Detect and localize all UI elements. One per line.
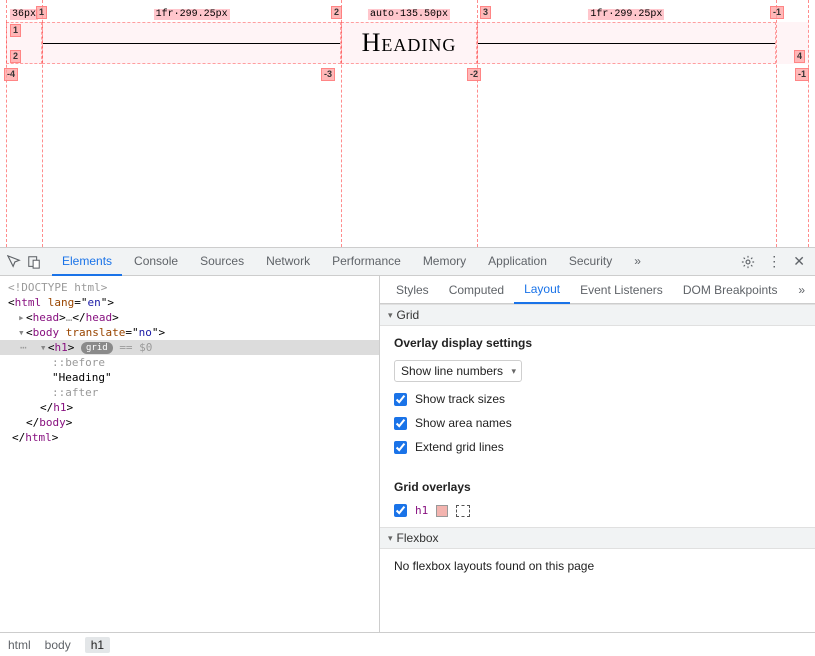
devtools-panel: Elements Console Sources Network Perform… [0,248,815,656]
track-label: 1fr·299.25px [154,9,230,20]
crumb-html[interactable]: html [8,638,31,652]
grid-badge[interactable]: grid [81,342,113,354]
side-tab-event-listeners[interactable]: Event Listeners [570,277,673,303]
grid-section-header[interactable]: ▾Grid [380,304,815,326]
extend-grid-lines-checkbox[interactable] [394,441,407,454]
grid-line-num: -1 [770,6,784,19]
pseudo-after: ::after [52,386,98,399]
line-numbers-select[interactable]: Show line numbers [394,360,522,382]
grid-line-num: -3 [321,68,335,81]
device-toggle-icon[interactable] [24,252,44,272]
color-swatch[interactable] [436,505,448,517]
side-tab-more[interactable]: » [794,283,809,297]
track-label: 36px [10,9,38,20]
overlay-settings-heading: Overlay display settings [394,336,801,350]
heading-rule-left [43,43,340,44]
grid-overlays-heading: Grid overlays [394,480,801,494]
tab-performance[interactable]: Performance [322,248,411,276]
grid-overlay-h1-checkbox[interactable] [394,504,407,517]
grid-overlay-label: h1 [415,504,428,517]
grid-line-num: 3 [480,6,491,19]
tab-memory[interactable]: Memory [413,248,476,276]
checkbox-label: Show area names [415,416,512,430]
checkbox-label: Extend grid lines [415,440,504,454]
tab-console[interactable]: Console [124,248,188,276]
close-icon[interactable]: ✕ [791,253,807,270]
grid-overlay: 36px 1fr·299.25px auto·135.50px Heading … [6,22,809,64]
track-label: 1fr·299.25px [588,9,664,20]
devtools-tabs: Elements Console Sources Network Perform… [52,248,739,276]
html-close: </html> [0,430,379,445]
grid-line-num: 4 [794,50,805,63]
grid-line-num: 1 [10,24,21,37]
grid-line-num: 2 [10,50,21,63]
side-panel: Styles Computed Layout Event Listeners D… [380,276,815,632]
h1-close: </h1> [0,400,379,415]
tab-more[interactable]: » [624,248,651,276]
tab-application[interactable]: Application [478,248,557,276]
breadcrumb: html body h1 [0,632,815,656]
side-tab-layout[interactable]: Layout [514,276,570,304]
elements-tree[interactable]: <!DOCTYPE html> <html lang="en"> ▸<head>… [0,276,380,632]
devtools-toolbar: Elements Console Sources Network Perform… [0,248,815,276]
checkbox-label: Show track sizes [415,392,505,406]
tab-security[interactable]: Security [559,248,622,276]
heading-text: Heading [362,28,457,58]
grid-line-num: -4 [4,68,18,81]
flexbox-empty-msg: No flexbox layouts found on this page [394,559,594,573]
side-tab-dom-breakpoints[interactable]: DOM Breakpoints [673,277,788,303]
crumb-body[interactable]: body [45,638,71,652]
tab-sources[interactable]: Sources [190,248,254,276]
rendered-page: 1 2 3 -1 36px 1fr·299.25px auto·135.50px… [0,0,815,248]
text-node: "Heading" [0,370,379,385]
flexbox-section-header[interactable]: ▾Flexbox [380,527,815,549]
tab-network[interactable]: Network [256,248,320,276]
side-tab-styles[interactable]: Styles [386,277,439,303]
track-label: auto·135.50px [368,9,450,20]
show-area-names-checkbox[interactable] [394,417,407,430]
inspect-icon[interactable] [4,252,24,272]
highlight-element-icon[interactable] [456,505,470,517]
crumb-h1[interactable]: h1 [85,637,110,653]
side-tab-computed[interactable]: Computed [439,277,514,303]
doctype-line: <!DOCTYPE html> [8,281,107,294]
grid-line-num: 1 [36,6,47,19]
grid-line-num: -1 [795,68,809,81]
selected-node-h1[interactable]: ⋯ ▾<h1> grid == $0 [0,340,379,355]
kebab-icon[interactable]: ⋮ [765,253,783,270]
grid-line-num: 2 [331,6,342,19]
tab-elements[interactable]: Elements [52,248,122,276]
show-track-sizes-checkbox[interactable] [394,393,407,406]
side-panel-tabs: Styles Computed Layout Event Listeners D… [380,276,815,304]
gear-icon[interactable] [739,255,757,269]
heading-rule-right [478,43,775,44]
pseudo-before: ::before [52,356,105,369]
body-close: </body> [0,415,379,430]
grid-line-num: -2 [467,68,481,81]
